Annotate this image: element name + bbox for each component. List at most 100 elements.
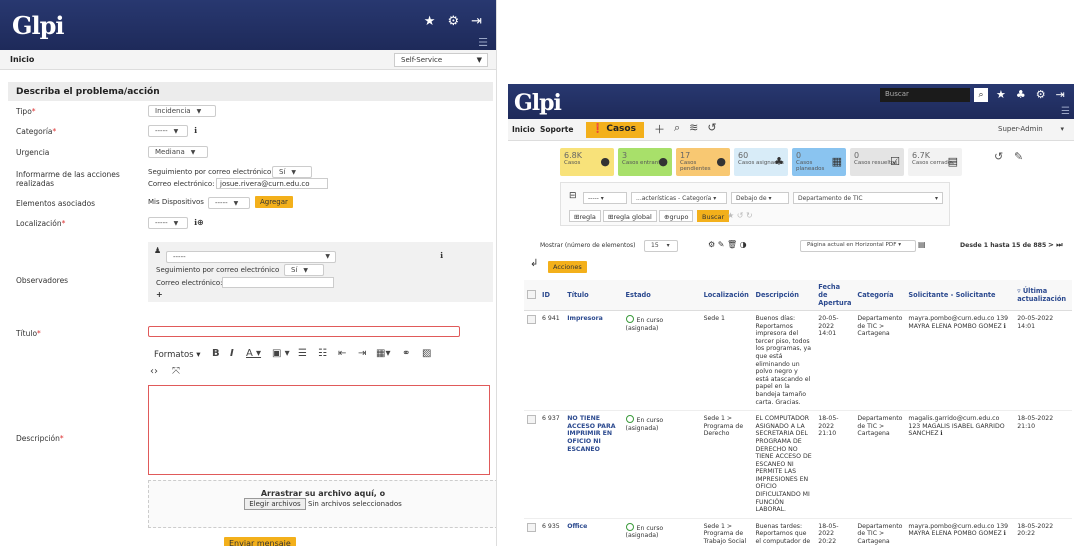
filter-field-select[interactable]: ...acterísticas - Categoría ▾ (631, 192, 727, 204)
info-icon[interactable]: ℹ (440, 251, 443, 260)
acciones-button[interactable]: Acciones (548, 261, 587, 273)
add-group-button[interactable]: ⊕grupo (659, 210, 694, 222)
tile-pendientes[interactable]: 17 Casos pendientes ● (676, 148, 730, 176)
tree-icon[interactable]: ♣ (1016, 88, 1026, 101)
row-checkbox[interactable] (527, 315, 536, 324)
description-editor[interactable] (148, 385, 490, 475)
tile-cerrados[interactable]: 6.7K Casos cerrados ▤ (908, 148, 962, 176)
titulo-input[interactable] (148, 326, 460, 337)
logout-icon[interactable]: ⇥ (471, 14, 482, 29)
breadcrumb-soporte[interactable]: Soporte (540, 125, 573, 134)
col-localizacion[interactable]: Localización (700, 280, 753, 311)
file-dropzone[interactable]: Arrastrar su archivo aquí, o Elegir arch… (148, 480, 496, 528)
next-page-icon[interactable]: > ⏭ (1048, 241, 1063, 250)
fullscreen-icon[interactable]: ⤧ (172, 366, 180, 377)
outdent-icon[interactable]: ⇤ (338, 348, 346, 359)
table-icon[interactable]: ▦▾ (376, 348, 390, 359)
obs-email-field[interactable] (222, 277, 334, 288)
select-all-checkbox[interactable] (527, 289, 536, 299)
star-icon[interactable]: ★ (996, 88, 1006, 101)
gear-icon[interactable]: ⚙ (447, 14, 459, 29)
row-checkbox[interactable] (527, 522, 536, 532)
tile-casos[interactable]: 6.8K Casos ● (560, 148, 614, 176)
urgencia-select[interactable]: Mediana ▼ (148, 146, 208, 158)
image-icon[interactable]: ▨ (422, 348, 431, 359)
tile-planeados[interactable]: 0 Casos planeados ▦ (792, 148, 846, 176)
search-icon[interactable]: ⌕ (674, 121, 680, 137)
col-titulo[interactable]: Título (564, 280, 623, 311)
hamburger-icon[interactable]: ☰ (478, 36, 488, 49)
hamburger-icon[interactable]: ☰ (1061, 106, 1070, 117)
row-checkbox[interactable] (527, 415, 536, 425)
shortcut-icon[interactable]: ↺ (707, 121, 716, 137)
col-solicitante[interactable]: Solicitante - Solicitante (905, 280, 1015, 311)
background-color-icon[interactable]: ▣ ▾ (272, 348, 290, 359)
source-code-icon[interactable]: ‹› (150, 366, 158, 377)
breadcrumb-home[interactable]: Inicio (512, 125, 535, 134)
glpi-logo[interactable]: Glpi (514, 90, 562, 116)
logout-icon[interactable]: ⇥ (1056, 88, 1065, 101)
list-tools-icon[interactable]: ⚙ ✎ 🗑 ◑ (708, 240, 747, 249)
formatos-menu[interactable]: Formatos ▾ (154, 350, 201, 360)
breadcrumb-home[interactable]: Inicio (10, 55, 34, 64)
submit-button[interactable]: Enviar mensaje (224, 537, 296, 546)
add-rule-button[interactable]: ⊞regla (569, 210, 601, 222)
export-select[interactable]: Página actual en Horizontal PDF ▾ (800, 240, 916, 252)
bookmark-icon[interactable]: ★ ↺ ↻ (727, 211, 753, 220)
edit-icon[interactable]: ✎ (1014, 150, 1023, 163)
collapse-icon[interactable]: ⊟ (569, 191, 577, 201)
info-icon[interactable]: ℹ⊕ (194, 218, 204, 227)
profile-select[interactable]: Self-Service ▼ (394, 53, 488, 67)
filter-operator-select[interactable]: Debajo de ▾ (731, 192, 789, 204)
export-icon[interactable]: ▤ (918, 240, 926, 249)
col-fecha[interactable]: Fecha de Apertura (815, 280, 855, 311)
cell-titulo[interactable]: Office (564, 518, 623, 546)
link-icon[interactable]: ⚭ (402, 348, 410, 359)
breadcrumb-casos[interactable]: ❗ Casos (586, 122, 644, 138)
agregar-button[interactable]: Agregar (255, 196, 293, 208)
table-row[interactable]: 6 937 NO TIENE ACCESO PARA IMPRIMIR EN O… (524, 410, 1072, 519)
buscar-button[interactable]: Buscar (697, 210, 730, 222)
glpi-logo[interactable]: Glpi (12, 11, 65, 40)
info-icon[interactable]: ℹ (194, 126, 197, 135)
numbered-list-icon[interactable]: ☷ (318, 348, 327, 359)
table-row[interactable]: 6 941 Impresora En curso (asignada) Sede… (524, 310, 1072, 412)
filter-select-1[interactable]: ----- ▾ (583, 192, 627, 204)
text-color-icon[interactable]: A ▾ (246, 348, 261, 359)
col-actualizacion[interactable]: ▿ Última actualización (1014, 280, 1072, 311)
tile-resueltos[interactable]: 0 Casos resueltos ☑ (850, 148, 904, 176)
profile-select[interactable]: Super-Admin ▾ (992, 123, 1070, 137)
tipo-select[interactable]: Incidencia ▼ (148, 105, 216, 117)
per-page-select[interactable]: 15 ▾ (644, 240, 678, 252)
choose-files-button[interactable]: Elegir archivos (244, 498, 306, 510)
localizacion-select[interactable]: ----- ▼ (148, 217, 188, 229)
seguimiento-select[interactable]: Sí ▼ (272, 166, 312, 178)
col-id[interactable]: ID (539, 280, 565, 311)
cell-titulo[interactable]: Impresora (564, 310, 623, 412)
history-icon[interactable]: ↺ (994, 150, 1003, 163)
indent-icon[interactable]: ⇥ (358, 348, 366, 359)
email-field[interactable]: josue.rivera@curn.edu.co (216, 178, 328, 189)
italic-icon[interactable]: I (230, 348, 234, 359)
obs-seguimiento-select[interactable]: Sí ▼ (284, 264, 324, 276)
cell-titulo[interactable]: NO TIENE ACCESO PARA IMPRIMIR EN OFICIO … (564, 410, 623, 519)
categoria-select[interactable]: ----- ▼ (148, 125, 188, 137)
star-icon[interactable]: ★ (424, 14, 436, 29)
add-global-rule-button[interactable]: ⊞regla global (603, 210, 657, 222)
add-icon[interactable]: ＋ (654, 121, 665, 137)
layers-icon[interactable]: ≋ (689, 121, 698, 137)
observer-select[interactable]: ----- ▼ (166, 251, 336, 263)
col-estado[interactable]: Estado (622, 280, 701, 311)
col-descripcion[interactable]: Descripción (752, 280, 816, 311)
table-row[interactable]: 6 935 Office En curso (asignada) Sede 1 … (524, 518, 1072, 546)
filter-value-select[interactable]: Departamento de TIC ▾ (793, 192, 943, 204)
bold-icon[interactable]: B (212, 348, 220, 359)
tile-asignados[interactable]: 60 Casos asignados ♣ (734, 148, 788, 176)
gear-icon[interactable]: ⚙ (1036, 88, 1046, 101)
add-observer-button[interactable]: + (156, 290, 163, 299)
dispositivo-select[interactable]: ----- ▼ (208, 197, 250, 209)
col-categoria[interactable]: Categoría (854, 280, 906, 311)
bullet-list-icon[interactable]: ☰ (298, 348, 307, 359)
search-icon[interactable]: ⌕ (974, 88, 988, 102)
search-input[interactable]: Buscar (880, 88, 970, 102)
